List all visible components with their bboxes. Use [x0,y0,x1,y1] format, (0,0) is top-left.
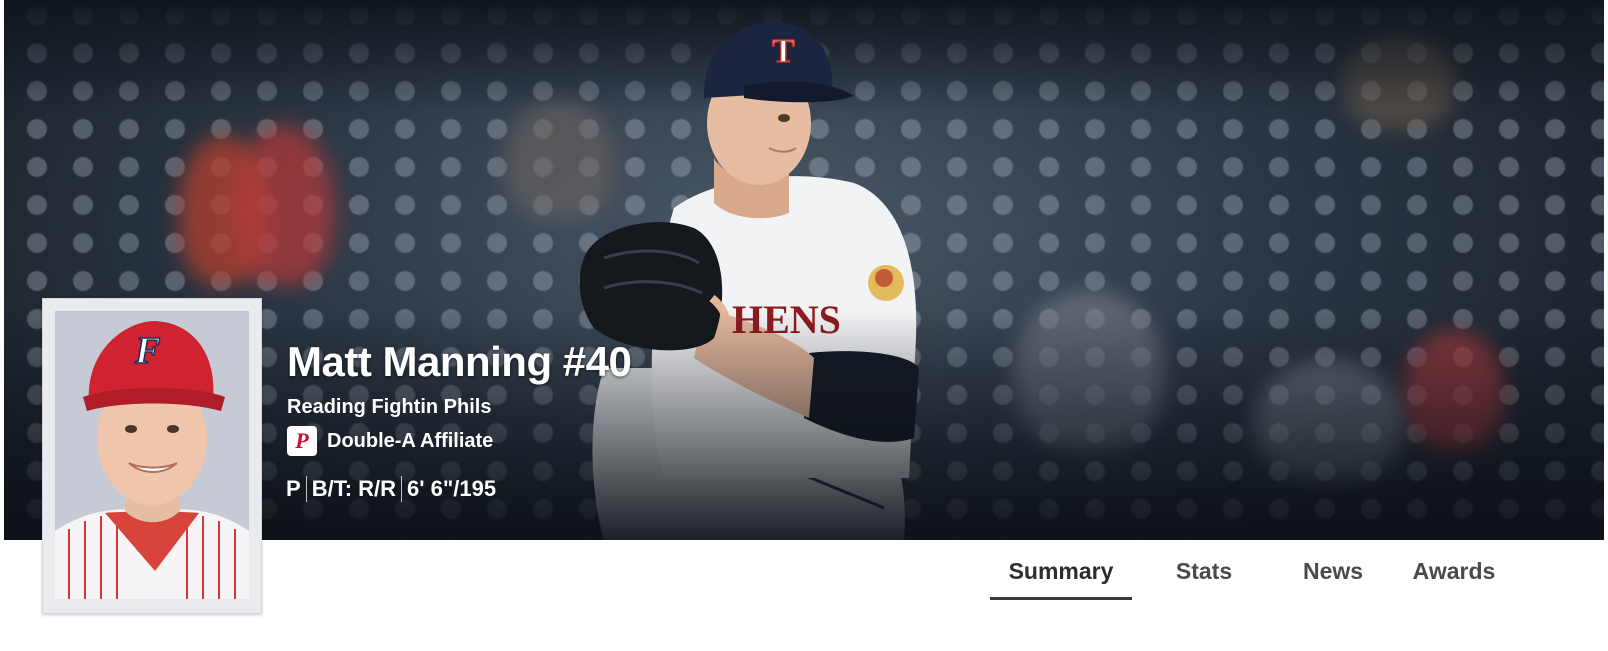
tab-stats[interactable]: Stats [1134,542,1274,600]
tab-summary[interactable]: Summary [990,542,1132,600]
profile-tabs: Summary Stats News Awards [990,540,1512,600]
affiliate-label: Double-A Affiliate [327,429,494,452]
bio-separator [305,476,307,502]
headshot-cap-logo: F [134,330,160,372]
player-bats-throws: B/T: R/R [311,476,397,501]
tab-awards[interactable]: Awards [1396,542,1512,600]
bio-separator [401,476,403,502]
player-position: P [286,476,301,501]
headshot-illustration: F [55,311,249,599]
player-headshot: F [55,311,249,599]
player-profile-page: HENS T [0,0,1608,651]
cap-logo: T [772,33,795,70]
crowd-fan [234,125,334,285]
player-name: Matt Manning #40 [287,338,632,385]
player-height-weight: 6' 6"/195 [407,476,497,501]
player-bio-line: P B/T: R/R 6' 6"/195 [286,476,496,502]
tab-news[interactable]: News [1282,542,1384,600]
player-headshot-card: F [42,298,262,614]
affiliate-level: P Double-A Affiliate [287,426,493,456]
team-name[interactable]: Reading Fightin Phils [287,396,491,419]
phillies-logo-icon: P [287,426,317,456]
